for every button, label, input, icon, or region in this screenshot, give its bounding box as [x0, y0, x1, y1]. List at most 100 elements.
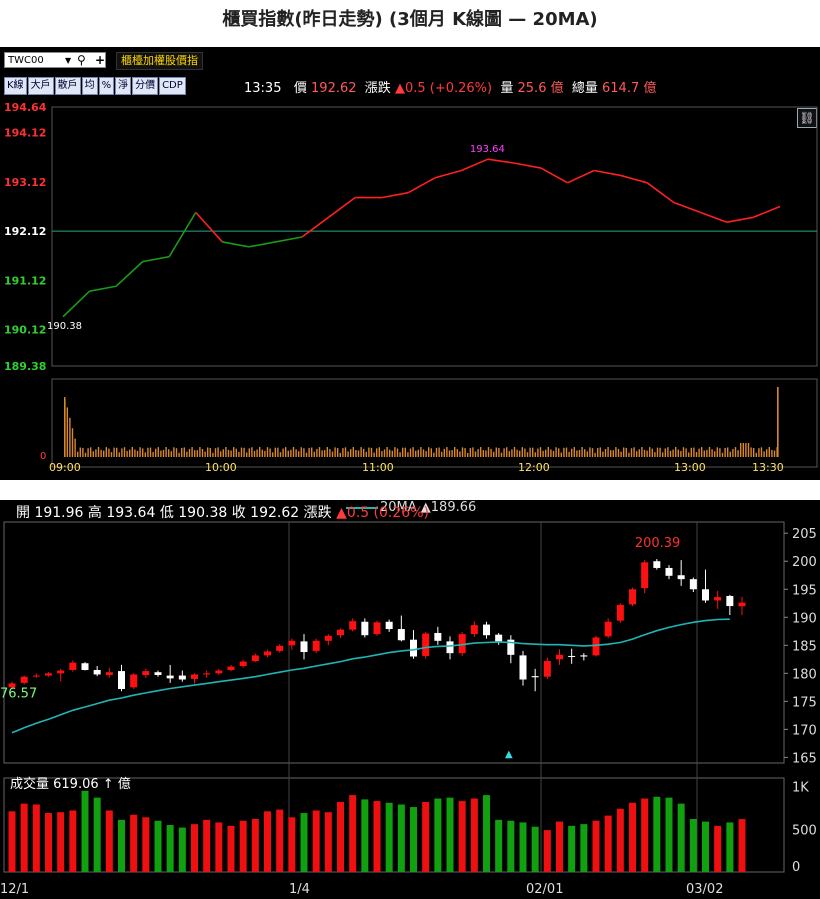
index-name[interactable]: 櫃檯加權股價指	[116, 52, 203, 70]
volume-bar	[191, 824, 198, 872]
volume-bar	[203, 819, 211, 872]
candle-body	[422, 633, 430, 656]
volume-bar	[641, 447, 643, 457]
volume-bar	[580, 824, 588, 872]
volume-bar	[675, 447, 677, 457]
toolbar-button-4[interactable]: %	[98, 77, 115, 95]
volume-bar	[256, 449, 258, 457]
volume-bar	[97, 447, 100, 457]
price-line-segment	[328, 196, 356, 218]
volume-bar	[763, 451, 765, 457]
link-icon[interactable]: ⛓	[797, 108, 817, 128]
price-line-segment	[115, 261, 144, 287]
volume-bar	[64, 399, 66, 457]
volume-bar	[397, 804, 405, 872]
price-line-segment	[620, 174, 648, 184]
volume-bar	[113, 447, 115, 457]
price-line-segment	[646, 182, 675, 204]
x-tick-label: 02/01	[526, 882, 563, 897]
close-value: 192.62	[250, 505, 300, 521]
x-tick-label: 10:00	[205, 461, 237, 474]
volume-bar	[615, 447, 617, 457]
candle-body	[397, 629, 405, 641]
volume-bar	[560, 452, 562, 457]
volume-bar	[230, 450, 232, 457]
volume-bar	[300, 447, 302, 457]
volume-bar	[485, 450, 487, 457]
volume-bar	[430, 448, 432, 457]
candle-body	[239, 661, 247, 667]
volume-bar	[238, 451, 240, 457]
volume-bar	[747, 443, 750, 457]
volume-bar	[669, 450, 672, 457]
volume-bar	[493, 451, 495, 457]
volume-bar	[507, 820, 515, 872]
candle-body	[604, 621, 612, 637]
volume-bar	[420, 447, 422, 457]
candle-body	[349, 621, 357, 630]
volume-bar	[357, 450, 360, 457]
volume-bar	[571, 448, 573, 457]
volume-bar	[532, 447, 534, 457]
volume-bar	[181, 447, 183, 457]
volume-bar	[422, 449, 425, 457]
candle-body	[251, 655, 259, 661]
volume-tick-label: 1K	[792, 781, 809, 796]
volume-bar	[552, 451, 555, 457]
volume-bar	[685, 448, 687, 457]
volume-bar	[207, 447, 209, 457]
volume-bar	[760, 447, 763, 457]
volume-bar	[701, 447, 703, 457]
dropdown-arrow-icon[interactable]: ▼	[65, 53, 71, 69]
x-tick-label: 11:00	[362, 461, 394, 474]
symbol-input[interactable]: TWC00 ▼ ⚲ +	[4, 52, 106, 68]
candle-body	[702, 589, 709, 601]
volume-bar	[472, 447, 474, 457]
volume-bar	[110, 452, 113, 457]
symbol-value: TWC00	[8, 55, 44, 66]
volume-bar	[361, 799, 369, 872]
volume-bar	[248, 448, 250, 457]
volume-bar	[448, 450, 451, 457]
volume-bar	[776, 447, 778, 457]
volume-bar	[771, 449, 773, 457]
volume-bar	[604, 449, 607, 457]
volume-bar	[339, 452, 341, 457]
candle-body	[20, 676, 28, 683]
candle-body	[118, 671, 125, 690]
volume-zero-label: 0	[40, 451, 46, 462]
volume-bar	[204, 451, 206, 457]
volume-bar	[726, 822, 734, 872]
volume-bar	[347, 451, 349, 457]
candle-body	[556, 654, 563, 660]
add-icon[interactable]: +	[95, 52, 105, 68]
volume-bar	[365, 451, 367, 457]
volume-bar	[373, 801, 381, 872]
volume-bar	[433, 452, 435, 457]
search-icon[interactable]: ⚲	[77, 52, 86, 68]
volume-bar	[667, 447, 669, 457]
volume-bar	[467, 452, 469, 457]
toolbar-button-0[interactable]: K線	[4, 77, 27, 95]
volume-bar	[487, 447, 490, 457]
price-line-segment	[726, 216, 754, 224]
volume-bar	[324, 812, 332, 872]
volume-bar	[441, 451, 443, 457]
volume-bar	[160, 450, 162, 457]
volume-bar	[337, 448, 339, 457]
candle-body	[616, 604, 624, 621]
volume-bar	[134, 449, 136, 457]
y-tick-label: 170	[792, 723, 817, 738]
toolbar-button-5[interactable]: 淨	[115, 77, 132, 95]
toolbar-button-1[interactable]: 大戶	[27, 77, 54, 95]
toolbar-button-6[interactable]: 分價	[132, 77, 159, 95]
price-line-segment	[195, 211, 223, 243]
toolbar-button-2[interactable]: 散戶	[54, 77, 81, 95]
volume-bar	[100, 449, 102, 457]
volume-bar	[633, 447, 635, 457]
volume-tick-label: 500	[792, 823, 817, 838]
x-tick-label: 12/1	[0, 882, 29, 897]
toolbar-button-7[interactable]: CDP	[159, 77, 186, 95]
price-line-segment	[168, 211, 197, 258]
toolbar-button-3[interactable]: 均	[81, 77, 98, 95]
